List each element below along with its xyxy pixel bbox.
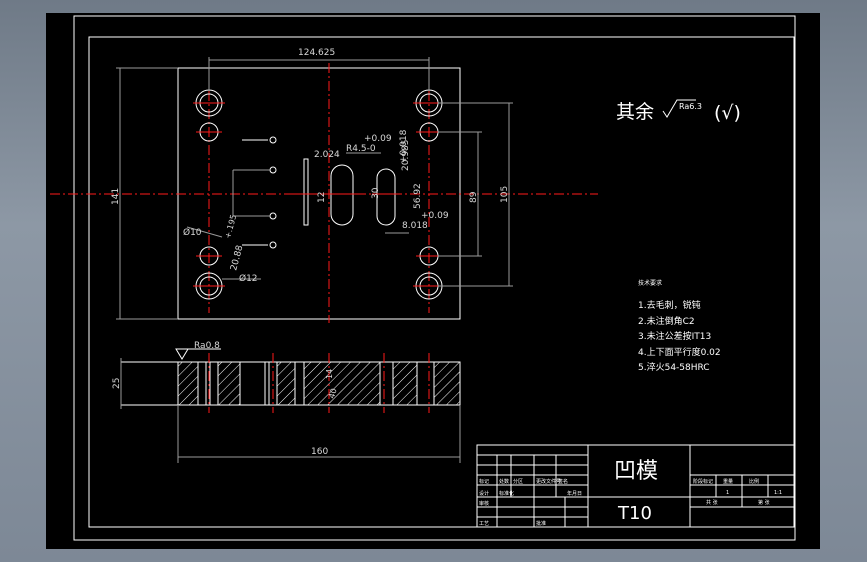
tech-item-1: 1.去毛刺，锐钝 xyxy=(638,299,701,311)
dim-105: 105 xyxy=(500,186,510,203)
dim-20-88: 20.88 xyxy=(229,244,245,272)
dim-radius: R4.5-0 xyxy=(346,144,376,154)
dim-small-label: 14 xyxy=(325,369,334,379)
tb-date: 年月日 xyxy=(567,490,582,497)
tb-stage: 阶段标记 xyxy=(693,478,713,485)
tech-title: 技术要求 xyxy=(638,279,662,287)
material: T10 xyxy=(617,503,652,524)
note-suffix: (√) xyxy=(714,102,741,124)
tb-standard: 标准化 xyxy=(499,490,514,497)
dim-2-024: 2.024 xyxy=(314,150,340,160)
tb-design: 设计 xyxy=(479,490,489,497)
dim-20-985: 20.985 xyxy=(401,140,411,172)
tb-review: 审核 xyxy=(479,500,489,507)
dimension-lines xyxy=(116,57,513,320)
tb-signature: 签名 xyxy=(558,478,568,485)
dim-160: 160 xyxy=(311,447,328,457)
tb-mark: 标记 xyxy=(479,478,489,485)
cavity-slot xyxy=(294,158,400,226)
dim-56-92: 56.92 xyxy=(413,183,423,209)
surface-roughness-note: 其余 Ra6.3 (√) xyxy=(616,99,741,124)
drawing-viewport[interactable]: 124.625 141 2.024 R4.5-0 +0.09 +0.018 20… xyxy=(46,13,820,549)
dim-tol-plus-b: +0.09 xyxy=(421,211,449,221)
part-name: 凹模 xyxy=(614,459,658,484)
dim-30: 30 xyxy=(371,187,381,199)
tech-item-4: 4.上下面平行度0.02 xyxy=(638,346,721,358)
note-prefix: 其余 xyxy=(616,101,654,123)
dim-thickness: 25 xyxy=(112,378,122,389)
dim-tol-195: +.195 xyxy=(223,214,238,240)
dim-8-018: 8.018 xyxy=(402,221,428,231)
tech-requirements: 技术要求 1.去毛刺，锐钝 2.未注倒角C2 3.未注公差按IT13 4.上下面… xyxy=(638,279,721,373)
dim-124-625: 124.625 xyxy=(298,48,335,58)
tb-approve: 批准 xyxy=(536,520,546,527)
section-roughness: Ra0.8 xyxy=(194,341,220,351)
hole-top-left xyxy=(193,89,225,117)
tb-sheet-no: 第 张 xyxy=(758,499,770,506)
tech-item-2: 2.未注倒角C2 xyxy=(638,315,695,327)
tb-ratio: 1:1 xyxy=(774,490,782,496)
tech-item-3: 3.未注公差按IT13 xyxy=(638,330,711,342)
tb-zone: 分区 xyxy=(513,478,523,485)
hole-bottom-left xyxy=(193,272,225,300)
tech-item-5: 5.淬火54-58HRC xyxy=(638,361,710,373)
hole-top-left-small xyxy=(196,122,222,142)
dim-89: 89 xyxy=(469,191,479,203)
outer-border xyxy=(73,15,796,541)
dim-tol-plus-a: +0.09 xyxy=(364,134,392,144)
section-view xyxy=(120,348,461,463)
cad-window: 124.625 141 2.024 R4.5-0 +0.09 +0.018 20… xyxy=(0,0,867,562)
tb-process: 工艺 xyxy=(479,521,489,527)
tb-scale: 比例 xyxy=(749,478,759,485)
note-ra-value: Ra6.3 xyxy=(679,102,702,111)
dim-dia-12: Ø12 xyxy=(239,273,258,284)
tb-scale-value: 1 xyxy=(726,490,729,496)
dim-dia-10: Ø10 xyxy=(183,227,202,238)
pin-holes xyxy=(232,136,277,249)
dim-141: 141 xyxy=(111,188,121,205)
dim-12: 12 xyxy=(317,192,327,203)
mold-drawing: 124.625 141 2.024 R4.5-0 +0.09 +0.018 20… xyxy=(50,15,796,541)
tb-weight: 重量 xyxy=(723,478,733,485)
tb-sheets-total: 共 张 xyxy=(706,499,718,506)
tb-count: 处数 xyxy=(499,478,509,485)
